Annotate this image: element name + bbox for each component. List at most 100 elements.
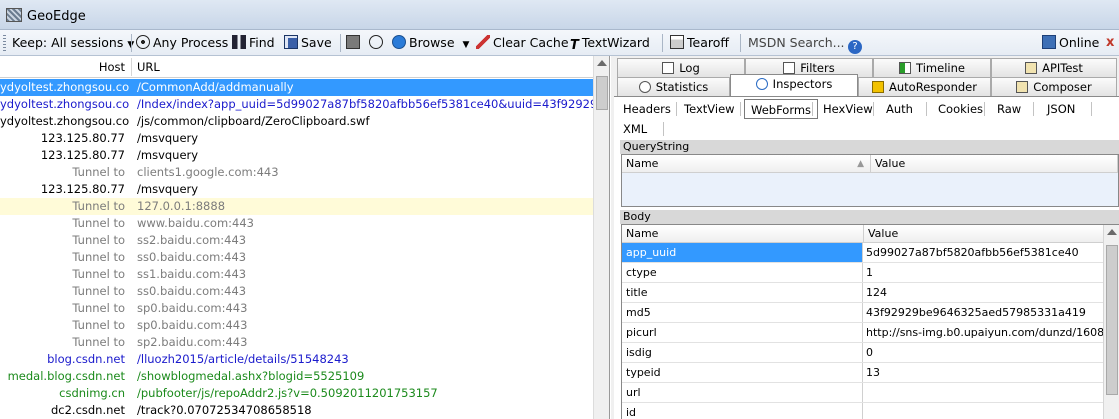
session-host: 123.125.80.77 [40, 131, 125, 145]
tab-apitest-label: APITest [1042, 61, 1083, 75]
session-row[interactable]: 123.125.80.77/msvquery [0, 130, 593, 147]
tab-timeline[interactable]: Timeline [873, 58, 991, 77]
subtab-auth[interactable]: Auth [880, 99, 919, 119]
camera-button[interactable] [346, 33, 363, 53]
body-row-value[interactable]: 43f92929be9646325aed57985331a419 [864, 303, 1103, 322]
scroll-up-icon[interactable] [1107, 229, 1117, 235]
subtab-textview[interactable]: TextView [678, 99, 741, 119]
close-button[interactable]: x [1106, 33, 1114, 53]
body-scrollbar[interactable] [1103, 225, 1119, 419]
body-row-value[interactable]: 1 [864, 263, 1103, 282]
session-host: 123.125.80.77 [40, 182, 125, 196]
session-row[interactable]: Tunnel to sp0.baidu.com:443 [0, 317, 593, 334]
subtab-headers[interactable]: Headers [617, 99, 677, 119]
session-url: ss0.baidu.com:443 [137, 250, 247, 264]
tab-autoresponder[interactable]: AutoResponder [858, 77, 991, 96]
body-grid[interactable]: Name Value app_uuid 5d99027a87bf5820afbb5… [621, 224, 1119, 419]
composer-pencil-icon [1016, 81, 1029, 93]
session-row[interactable]: Tunnel to ss2.baidu.com:443 [0, 232, 593, 249]
subtab-xml[interactable]: XML [617, 119, 653, 139]
session-row[interactable]: ydyoltest.zhongsou.com/CommonAdd/addmanu… [0, 79, 593, 96]
help-button[interactable]: ? [848, 33, 865, 54]
app-icon [6, 8, 22, 22]
session-row[interactable]: Tunnel to 127.0.0.1:8888 [0, 198, 593, 215]
online-indicator[interactable]: Online [1042, 33, 1099, 53]
body-row-value[interactable]: 5d99027a87bf5820afbb56ef5381ce40 [864, 243, 1103, 262]
save-label: Save [301, 35, 332, 50]
body-row[interactable]: url [622, 383, 1103, 403]
session-row[interactable]: Tunnel to ss0.baidu.com:443 [0, 283, 593, 300]
session-row[interactable]: Tunnel to www.baidu.com:443 [0, 215, 593, 232]
body-col-name[interactable]: Name [622, 225, 864, 243]
session-row[interactable]: ydyoltest.zhongsou.com/Index/index?app_u… [0, 96, 593, 113]
body-col-value[interactable]: Value [864, 225, 1104, 243]
body-row-name: ctype [622, 263, 863, 282]
column-header-url[interactable]: URL [137, 60, 160, 74]
subtab-cookies[interactable]: Cookies [932, 99, 989, 119]
find-button[interactable]: Find [232, 33, 275, 53]
browse-button[interactable]: Browse ▼ [392, 33, 469, 53]
tearoff-button[interactable]: Tearoff [670, 33, 729, 53]
textwizard-button[interactable]: T TextWizard [570, 33, 650, 53]
body-row-value[interactable]: http://sns-img.b0.upaiyun.com/dunzd/1608… [864, 323, 1103, 342]
body-row[interactable]: title 124 [622, 283, 1103, 303]
subtab-raw[interactable]: Raw [991, 99, 1027, 119]
tab-apitest[interactable]: APITest [991, 58, 1117, 77]
session-row[interactable]: Tunnel to clients1.google.com:443 [0, 164, 593, 181]
body-row-value[interactable]: 124 [864, 283, 1103, 302]
session-host: dc2.csdn.net [50, 403, 125, 417]
body-row[interactable]: typeid 13 [622, 363, 1103, 383]
session-row[interactable]: csdnimg.cn/pubfooter/js/repoAddr2.js?v=0… [0, 385, 593, 402]
session-row[interactable]: Tunnel to sp2.baidu.com:443 [0, 334, 593, 351]
body-row[interactable]: md5 43f92929be9646325aed57985331a419 [622, 303, 1103, 323]
msdn-search-input[interactable]: MSDN Search... [748, 33, 845, 53]
tab-log[interactable]: Log [617, 58, 745, 77]
session-url: /showblogmedal.ashx?blogid=5525109 [137, 369, 365, 383]
querystring-col-value[interactable]: Value [871, 155, 1118, 173]
toolbar-separator [340, 34, 341, 52]
save-button[interactable]: Save [284, 33, 332, 53]
session-row[interactable]: Tunnel to ss1.baidu.com:443 [0, 266, 593, 283]
session-row[interactable]: Tunnel to ss0.baidu.com:443 [0, 249, 593, 266]
session-row[interactable]: blog.csdn.net/lluozh2015/article/details… [0, 351, 593, 368]
toolbar-grip[interactable] [3, 35, 6, 51]
log-icon [662, 62, 675, 74]
session-host: csdnimg.cn [59, 386, 125, 400]
session-row[interactable]: 123.125.80.77/msvquery [0, 181, 593, 198]
sessions-scrollbar[interactable] [593, 56, 609, 419]
subtab-hexview[interactable]: HexView [817, 99, 879, 119]
any-process-button[interactable]: Any Process [136, 33, 228, 53]
tab-composer[interactable]: Composer [991, 77, 1117, 96]
clear-cache-button[interactable]: Clear Cache [476, 33, 569, 53]
body-row[interactable]: isdig 0 [622, 343, 1103, 363]
session-row[interactable]: dc2.csdn.net/track?0.07072534708658518 [0, 402, 593, 419]
timer-button[interactable] [369, 33, 386, 53]
body-row[interactable]: app_uuid 5d99027a87bf5820afbb56ef5381ce40 [622, 243, 1103, 263]
body-row[interactable]: ctype 1 [622, 263, 1103, 283]
binoculars-icon [232, 35, 246, 49]
session-row[interactable]: medal.blog.csdn.net/showblogmedal.ashx?b… [0, 368, 593, 385]
tab-statistics[interactable]: Statistics [617, 77, 730, 96]
subtab-webforms[interactable]: WebForms [744, 99, 819, 119]
sessions-list[interactable]: Host URL ydyoltest.zhongsou.com/CommonAd… [0, 56, 610, 419]
session-row[interactable]: ydyoltest.zhongsou.com/js/common/clipboa… [0, 113, 593, 130]
body-row[interactable]: picurl http://sns-img.b0.upaiyun.com/dunz… [622, 323, 1103, 343]
querystring-grid[interactable]: Name ▲ Value [621, 154, 1119, 207]
body-row[interactable]: id [622, 403, 1103, 419]
scrollbar-thumb[interactable] [596, 76, 608, 110]
body-row-value[interactable]: 13 [864, 363, 1103, 382]
session-host: Tunnel to [72, 199, 125, 213]
session-url: /msvquery [137, 148, 199, 162]
sort-arrow-icon: ▲ [857, 159, 864, 169]
column-divider[interactable] [131, 58, 132, 76]
session-row[interactable]: Tunnel to sp0.baidu.com:443 [0, 300, 593, 317]
session-row[interactable]: 123.125.80.77/msvquery [0, 147, 593, 164]
keep-sessions-dropdown[interactable]: Keep: All sessions▼ [12, 33, 134, 53]
scroll-up-icon[interactable] [597, 60, 607, 66]
tab-inspectors[interactable]: Inspectors [730, 74, 858, 96]
scrollbar-thumb[interactable] [1106, 245, 1118, 395]
querystring-col-name[interactable]: Name ▲ [622, 155, 871, 173]
column-header-host[interactable]: Host [0, 60, 129, 74]
body-row-value[interactable]: 0 [864, 343, 1103, 362]
subtab-json[interactable]: JSON [1041, 99, 1081, 119]
